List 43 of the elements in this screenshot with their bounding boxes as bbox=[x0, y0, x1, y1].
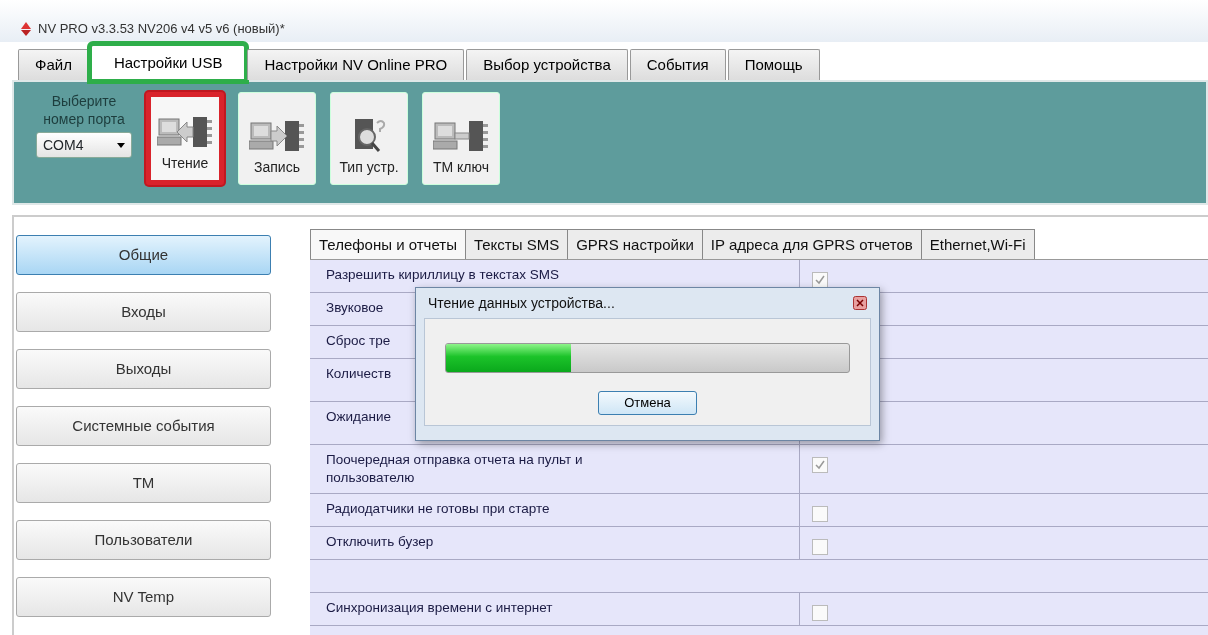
checkbox[interactable] bbox=[812, 271, 828, 288]
setting-label: Количеств bbox=[326, 366, 392, 381]
settings-tab[interactable]: GPRS настройки bbox=[568, 229, 703, 259]
menu-tab[interactable]: Настройки NV Online PRO bbox=[247, 49, 465, 80]
setting-label: Ожидание bbox=[326, 409, 391, 424]
port-label: Выберите номер порта bbox=[42, 92, 126, 128]
setting-label: Сброс тре bbox=[326, 333, 391, 348]
setting-label: Радиодатчики не готовы при старте bbox=[326, 501, 550, 516]
cancel-button[interactable]: Отмена bbox=[598, 391, 697, 415]
checkbox[interactable] bbox=[812, 604, 828, 621]
caret-icon bbox=[117, 142, 125, 148]
sidebar-button[interactable]: NV Temp bbox=[16, 577, 271, 617]
sidebar-button[interactable]: Выходы bbox=[16, 349, 271, 389]
checkbox[interactable] bbox=[812, 505, 828, 522]
toolbar-button[interactable]: ТМ ключ bbox=[422, 92, 500, 185]
settings-tab[interactable]: Телефоны и отчеты bbox=[311, 229, 466, 259]
setting-label: Звуковое bbox=[326, 300, 384, 315]
sidebar-button[interactable]: Системные события bbox=[16, 406, 271, 446]
setting-label: Поочередная отправка отчета на пульт и пользователю bbox=[326, 452, 583, 485]
app-logo-icon bbox=[20, 21, 32, 37]
sidebar-button[interactable]: ТМ bbox=[16, 463, 271, 503]
port-dropdown[interactable]: COM4 bbox=[36, 132, 132, 158]
menu-tab[interactable]: Файл bbox=[18, 49, 89, 80]
toolbar-button[interactable]: Запись bbox=[238, 92, 316, 185]
menu-tab[interactable]: Выбор устройства bbox=[466, 49, 628, 80]
menu-tab[interactable]: События bbox=[629, 49, 726, 80]
sidebar-button[interactable]: Общие bbox=[16, 235, 271, 275]
sidebar-button[interactable]: Пользователи bbox=[16, 520, 271, 560]
settings-tab[interactable]: Ethernet,Wi-Fi bbox=[921, 229, 1035, 259]
toolbar-button[interactable]: Тип устр. bbox=[330, 92, 408, 185]
close-icon[interactable] bbox=[853, 296, 867, 310]
settings-tab[interactable]: IP адреса для GPRS отчетов bbox=[702, 229, 922, 259]
menu-tab[interactable]: Помощь bbox=[727, 49, 820, 80]
window-title: NV PRO v3.3.53 NV206 v4 v5 v6 (новый)* bbox=[38, 20, 285, 39]
settings-tab[interactable]: Тексты SMS bbox=[465, 229, 569, 259]
checkbox[interactable] bbox=[812, 456, 828, 473]
setting-label: Синхронизация времени с интернет bbox=[326, 600, 553, 615]
setting-label: Отключить бузер bbox=[326, 534, 434, 549]
setting-label: Разрешить кириллицу в текстах SMS bbox=[326, 267, 560, 282]
dialog-title: Чтение данных устройства... bbox=[428, 293, 615, 313]
sidebar-button[interactable]: Входы bbox=[16, 292, 271, 332]
checkbox[interactable] bbox=[812, 538, 828, 555]
toolbar-button[interactable]: Чтение bbox=[146, 92, 224, 185]
